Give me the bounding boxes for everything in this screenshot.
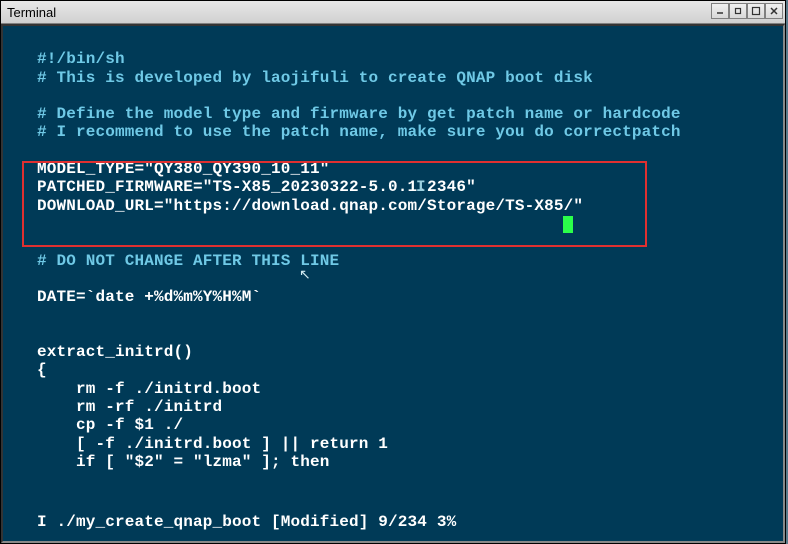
code-line: rm -rf ./initrd [37, 398, 222, 416]
code-line: rm -f ./initrd.boot [37, 380, 261, 398]
code-line: extract_initrd() [37, 343, 193, 361]
editor-status-line: I ./my_create_qnap_boot [Modified] 9/234… [3, 513, 783, 531]
code-line: #!/bin/sh [37, 50, 125, 68]
code-line: # I recommend to use the patch name, mak… [37, 123, 681, 141]
code-line: PATCHED_FIRMWARE="TS-X85_20230322-5.0.1.… [37, 178, 476, 196]
minimize-button[interactable] [711, 3, 729, 19]
code-line: # DO NOT CHANGE AFTER THIS LINE [37, 252, 339, 270]
restore-icon [733, 6, 743, 16]
close-icon [769, 6, 779, 16]
code-line: # Define the model type and firmware by … [37, 105, 681, 123]
code-area[interactable]: #!/bin/sh # This is developed by laojifu… [3, 32, 783, 489]
code-line: # This is developed by laojifuli to crea… [37, 69, 593, 87]
minimize-icon [715, 6, 725, 16]
restore-button[interactable] [729, 3, 747, 19]
terminal-body[interactable]: #!/bin/sh # This is developed by laojifu… [1, 24, 785, 543]
terminal-window: Terminal [0, 0, 786, 544]
code-line: DOWNLOAD_URL="https://download.qnap.com/… [37, 197, 583, 215]
code-line: [ -f ./initrd.boot ] || return 1 [37, 435, 388, 453]
window-controls [711, 3, 783, 19]
maximize-button[interactable] [747, 3, 765, 19]
code-line: DATE=`date +%d%m%Y%H%M` [37, 288, 261, 306]
code-line: if [ "$2" = "lzma" ]; then [37, 453, 330, 471]
close-button[interactable] [765, 3, 783, 19]
code-line: MODEL_TYPE="QY380_QY390_10_11" [37, 160, 330, 178]
code-line: cp -f $1 ./ [37, 416, 183, 434]
maximize-icon [751, 6, 761, 16]
titlebar: Terminal [1, 1, 785, 24]
code-line: { [37, 361, 47, 379]
window-title: Terminal [5, 5, 56, 20]
